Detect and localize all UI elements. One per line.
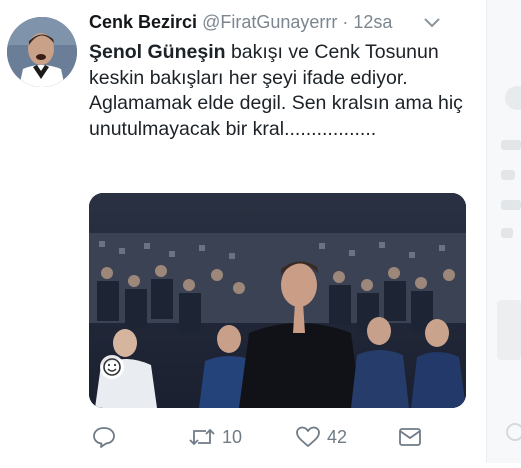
reply-icon [93, 427, 115, 448]
heart-icon [296, 426, 320, 447]
direct-message-button[interactable] [398, 424, 422, 450]
like-button[interactable]: 42 [295, 424, 347, 450]
separator: · [342, 12, 349, 32]
tweet-text-bold: Şenol Güneşin [89, 41, 226, 63]
reply-button[interactable] [92, 424, 116, 450]
display-name[interactable]: Cenk Bezirci [89, 12, 197, 32]
tweet-text: Şenol Güneşin bakışı ve Cenk Tosunun kes… [89, 40, 479, 142]
like-count: 42 [327, 426, 348, 447]
retweet-icon [189, 428, 215, 446]
faded-content [497, 86, 521, 441]
retweet-count: 10 [222, 426, 243, 447]
handle[interactable]: @FiratGunayerrr [202, 12, 337, 32]
chevron-down-icon[interactable] [423, 16, 441, 28]
next-column [487, 0, 521, 463]
tweet-screen: Cenk Bezirci @FiratGunayerrr · 12sa Şeno… [0, 0, 521, 463]
tweet-header: Cenk Bezirci @FiratGunayerrr · 12sa [89, 10, 392, 34]
tweet-photo[interactable] [89, 193, 466, 408]
avatar[interactable] [7, 17, 77, 87]
timestamp[interactable]: 12sa [353, 12, 392, 32]
retweet-button[interactable]: 10 [188, 424, 242, 450]
profile-photo-icon [7, 17, 77, 87]
envelope-icon [399, 428, 421, 446]
photo-illustration [89, 193, 466, 408]
smiley-icon[interactable] [100, 355, 124, 379]
